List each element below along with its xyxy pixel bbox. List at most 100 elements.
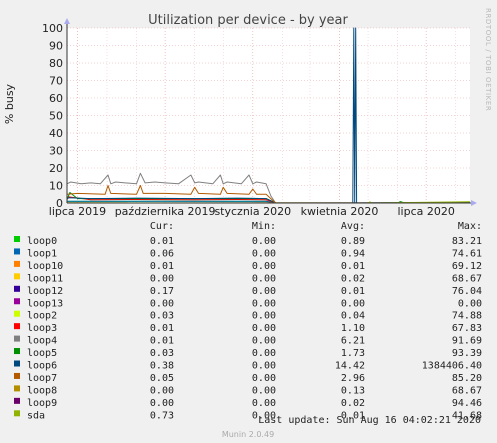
legend-value: 0.01 (150, 261, 174, 272)
legend-name: loop6 (27, 361, 57, 372)
legend-value: 68.67 (452, 273, 482, 284)
legend-swatch-loop3 (14, 323, 20, 330)
legend-value: 0.00 (252, 248, 276, 259)
legend-value: 0.05 (150, 373, 174, 384)
legend-name: loop11 (27, 273, 63, 284)
legend-swatch-loop12 (14, 285, 20, 292)
legend-value: 0.73 (150, 410, 174, 421)
y-tick-label: 40 (49, 127, 63, 140)
legend-value: 0.00 (341, 298, 365, 309)
legend-value: 68.67 (452, 385, 482, 396)
legend-swatch-loop10 (14, 260, 20, 267)
legend-swatch-loop9 (14, 397, 20, 404)
legend-name: loop4 (27, 336, 57, 347)
legend-value: 14.42 (335, 361, 365, 372)
legend-name: loop13 (27, 298, 63, 309)
legend-value: 0.00 (252, 336, 276, 347)
legend-column-header: Min: (252, 221, 276, 232)
legend-value: 0.01 (150, 236, 174, 247)
legend-value: 0.03 (150, 348, 174, 359)
legend-name: loop0 (27, 236, 57, 247)
legend-name: loop12 (27, 286, 63, 297)
legend-value: 2.96 (341, 373, 365, 384)
legend-value: 0.00 (252, 385, 276, 396)
last-update: Last update: Sun Aug 16 04:02:21 2020 (258, 415, 481, 426)
legend-swatch-loop0 (14, 236, 20, 242)
legend-name: loop2 (27, 311, 57, 322)
legend-value: 83.21 (452, 236, 482, 247)
x-tick-label: lipca 2020 (397, 205, 454, 218)
legend-value: 0.00 (252, 361, 276, 372)
legend-value: 0.00 (150, 398, 174, 409)
legend-name: loop3 (27, 323, 57, 334)
rrdtool-side-label: RRDTOOL / TOBI OETIKER (484, 8, 492, 111)
legend-name: loop7 (27, 373, 57, 384)
y-axis-label: % busy (3, 83, 16, 124)
legend-value: 0.03 (150, 311, 174, 322)
legend-value: 1384406.40 (422, 361, 482, 372)
legend-value: 0.89 (341, 236, 365, 247)
legend-value: 0.06 (150, 248, 174, 259)
legend-value: 0.00 (252, 398, 276, 409)
legend-value: 0.13 (341, 385, 365, 396)
legend-swatch-loop6 (14, 360, 20, 367)
legend-value: 0.01 (150, 323, 174, 334)
legend-name: sda (27, 410, 45, 421)
chart-title: Utilization per device - by year (148, 13, 348, 28)
legend-name: loop8 (27, 385, 57, 396)
legend-column-header: Max: (458, 221, 482, 232)
legend-value: 6.21 (341, 336, 365, 347)
legend-value: 76.04 (452, 286, 482, 297)
legend-column-header: Cur: (150, 221, 174, 232)
munin-graph: Utilization per device - by year % busy … (0, 0, 497, 443)
legend-value: 0.02 (341, 273, 365, 284)
legend-swatch-sda (14, 410, 20, 417)
y-tick-label: 30 (49, 145, 63, 158)
legend-value: 0.00 (252, 298, 276, 309)
legend-value: 0.38 (150, 361, 174, 372)
y-tick-label: 70 (49, 75, 63, 88)
legend-swatch-loop2 (14, 310, 20, 317)
legend-value: 0.94 (341, 248, 365, 259)
y-tick-label: 100 (42, 22, 63, 35)
legend-name: loop1 (27, 248, 57, 259)
y-tick-label: 10 (49, 180, 63, 193)
legend-value: 1.10 (341, 323, 365, 334)
legend-value: 0.02 (341, 398, 365, 409)
legend-value: 85.20 (452, 373, 482, 384)
chart-canvas: Utilization per device - by year % busy … (0, 0, 497, 443)
legend-swatch-loop5 (14, 348, 20, 355)
legend-swatch-loop13 (14, 298, 20, 305)
legend-value: 0.04 (341, 311, 365, 322)
legend-value: 93.39 (452, 348, 482, 359)
legend-name: loop10 (27, 261, 63, 272)
munin-version: Munin 2.0.49 (222, 430, 274, 439)
legend-value: 0.00 (252, 311, 276, 322)
legend-value: 0.01 (341, 286, 365, 297)
legend-value: 0.00 (150, 273, 174, 284)
y-tick-label: 20 (49, 162, 63, 175)
x-tick-label: stycznia 2020 (214, 205, 291, 218)
y-tick-label: 60 (49, 92, 63, 105)
legend-value: 0.00 (150, 298, 174, 309)
legend-value: 0.00 (252, 286, 276, 297)
legend-swatch-loop7 (14, 372, 20, 379)
legend-name: loop9 (27, 398, 57, 409)
y-tick-label: 90 (49, 40, 63, 53)
legend-value: 0.01 (150, 336, 174, 347)
legend-value: 69.12 (452, 261, 482, 272)
legend-value: 67.83 (452, 323, 482, 334)
legend-name: loop5 (27, 348, 57, 359)
legend-value: 91.69 (452, 336, 482, 347)
legend-value: 94.46 (452, 398, 482, 409)
legend-value: 0.01 (341, 261, 365, 272)
legend-value: 0.00 (252, 323, 276, 334)
legend-value: 0.00 (150, 385, 174, 396)
legend-swatch-loop4 (14, 335, 20, 342)
x-tick-label: lipca 2019 (49, 205, 106, 218)
legend-value: 0.00 (252, 236, 276, 247)
legend-column-header: Avg: (341, 221, 365, 232)
y-tick-label: 50 (49, 110, 63, 123)
y-tick-label: 80 (49, 57, 63, 70)
x-tick-label: października 2019 (115, 205, 216, 218)
